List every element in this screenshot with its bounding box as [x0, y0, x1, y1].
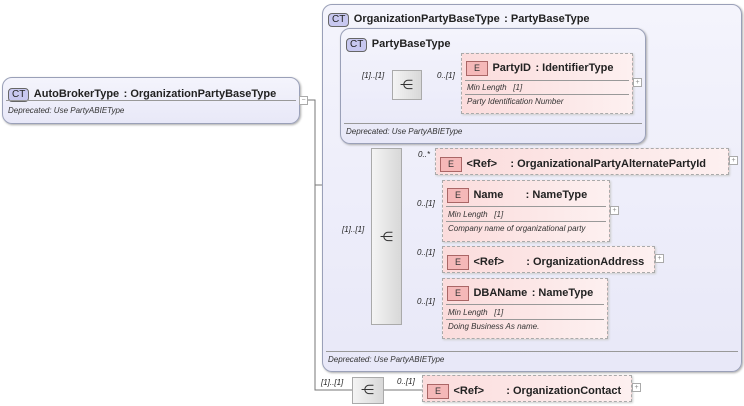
element-type: : OrganizationalPartyAlternatePartyId: [510, 158, 706, 170]
autobrokertype-complex-type[interactable]: CT AutoBrokerType : OrganizationPartyBas…: [2, 77, 300, 124]
facet-value: [1]: [513, 83, 523, 92]
documentation: Doing Business As name.: [448, 322, 540, 331]
element-name: PartyID: [492, 62, 531, 74]
expand-toggle[interactable]: +: [729, 156, 738, 165]
documentation: Company name of organizational party: [448, 224, 586, 233]
expand-toggle[interactable]: +: [633, 78, 642, 87]
element-type: : NameType: [531, 287, 594, 299]
sequence-node[interactable]: ⋲: [352, 377, 384, 404]
element-icon: E: [427, 384, 449, 399]
type-name: OrganizationPartyBaseType: [353, 13, 500, 25]
element-type: : OrganizationAddress: [526, 256, 645, 268]
type-name: AutoBrokerType: [33, 88, 120, 100]
sequence-icon: ⋲: [361, 382, 374, 397]
deprecation-note: Deprecated: Use PartyABIEType: [346, 127, 463, 136]
facet-name: Min Length: [467, 83, 507, 92]
element-partyid[interactable]: E PartyID : IdentifierType Min Length [1…: [461, 53, 633, 114]
cardinality: [1]..[1]: [342, 225, 365, 234]
base-type: : OrganizationPartyBaseType: [123, 88, 277, 100]
facet-value: [1]: [494, 210, 504, 219]
element-icon: E: [447, 286, 469, 301]
deprecation-note: Deprecated: Use PartyABIEType: [8, 106, 125, 115]
sequence-icon: ⋲: [400, 77, 413, 92]
facet-value: [1]: [494, 308, 504, 317]
element-icon: E: [447, 188, 469, 203]
complex-type-icon: CT: [346, 38, 368, 52]
cardinality: 0..[1]: [397, 377, 415, 386]
sequence-node[interactable]: ⋲: [371, 148, 402, 325]
element-icon: E: [466, 61, 488, 76]
expand-toggle[interactable]: +: [610, 206, 619, 215]
element-ref-alternate-party-id[interactable]: E <Ref> : OrganizationalPartyAlternatePa…: [435, 148, 729, 175]
cardinality: [1]..[1]: [321, 378, 344, 387]
element-icon: E: [447, 255, 469, 270]
expand-toggle[interactable]: +: [632, 383, 641, 392]
collapse-toggle[interactable]: −: [299, 96, 308, 105]
cardinality: 0..[1]: [417, 248, 435, 257]
documentation: Party Identification Number: [467, 97, 564, 106]
element-name: <Ref>: [466, 158, 498, 170]
facet-name: Min Length: [448, 308, 488, 317]
expand-toggle[interactable]: +: [655, 254, 664, 263]
facet-name: Min Length: [448, 210, 488, 219]
element-type: : IdentifierType: [535, 62, 614, 74]
deprecation-note: Deprecated: Use PartyABIEType: [328, 355, 445, 364]
cardinality: 0..[1]: [437, 71, 455, 80]
cardinality: [1]..[1]: [362, 71, 385, 80]
element-type: : NameType: [525, 189, 588, 201]
type-name: PartyBaseType: [371, 38, 451, 50]
cardinality: 0..[1]: [417, 297, 435, 306]
element-ref-organization-contact[interactable]: E <Ref> : OrganizationContact: [422, 375, 632, 402]
cardinality: 0..[1]: [417, 199, 435, 208]
element-name[interactable]: E Name : NameType Min Length [1] Company…: [442, 180, 610, 242]
complex-type-icon: CT: [328, 13, 350, 27]
element-name: DBAName: [473, 287, 528, 299]
element-ref-organization-address[interactable]: E <Ref> : OrganizationAddress: [442, 246, 655, 273]
element-name: Name: [473, 189, 504, 201]
sequence-node[interactable]: ⋲: [392, 70, 422, 100]
element-type: : OrganizationContact: [506, 385, 622, 397]
base-type: : PartyBaseType: [504, 13, 590, 25]
element-dbaname[interactable]: E DBAName : NameType Min Length [1] Doin…: [442, 278, 608, 339]
sequence-icon: ⋲: [380, 229, 393, 244]
cardinality: 0..*: [418, 150, 431, 159]
element-name: <Ref>: [473, 256, 505, 268]
element-name: <Ref>: [453, 385, 485, 397]
element-icon: E: [440, 157, 462, 172]
